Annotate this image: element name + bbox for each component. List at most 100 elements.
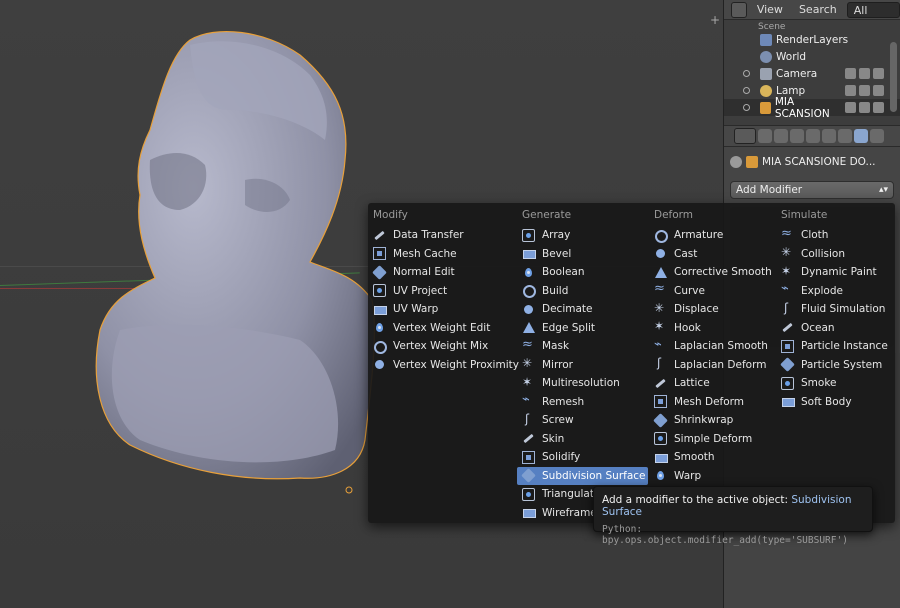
menu-item-laplacian-smooth[interactable]: Laplacian Smooth [649, 337, 775, 356]
outliner-item-label: Camera [776, 67, 818, 80]
expand-icon[interactable] [743, 87, 750, 94]
pin-icon[interactable] [730, 156, 742, 168]
menu-item-label: Bevel [542, 247, 572, 260]
menu-item-lattice[interactable]: Lattice [649, 374, 775, 393]
menu-item-boolean[interactable]: Boolean [517, 263, 648, 282]
modifier-icon [781, 301, 794, 316]
menu-item-label: Multiresolution [542, 377, 620, 390]
world-tab-icon[interactable] [806, 129, 820, 143]
menu-item-edge-split[interactable]: Edge Split [517, 319, 648, 338]
menu-item-laplacian-deform[interactable]: Laplacian Deform [649, 356, 775, 375]
menu-item-mesh-cache[interactable]: Mesh Cache [368, 245, 516, 264]
view-menu[interactable]: View [751, 2, 789, 18]
menu-item-simple-deform[interactable]: Simple Deform [649, 430, 775, 449]
menu-item-corrective-smooth[interactable]: Corrective Smooth [649, 263, 775, 282]
menu-item-curve[interactable]: Curve [649, 281, 775, 301]
scene-tab-icon[interactable] [790, 129, 804, 143]
layers-tab-icon[interactable] [774, 129, 788, 143]
menu-item-explode[interactable]: Explode [776, 281, 893, 301]
object-tab-icon[interactable] [822, 129, 836, 143]
menu-item-shrinkwrap[interactable]: Shrinkwrap [649, 411, 775, 430]
menu-item-label: Vertex Weight Proximity [393, 358, 519, 371]
render-tab-icon[interactable] [758, 129, 772, 143]
menu-item-cloth[interactable]: Cloth [776, 226, 893, 245]
outliner-row-mesh[interactable]: MIA SCANSION [724, 96, 900, 120]
modifier-icon [373, 284, 386, 298]
menu-item-dynamic-paint[interactable]: Dynamic Paint [776, 263, 893, 282]
menu-item-skin[interactable]: Skin [517, 430, 648, 449]
modifier-icon [373, 247, 386, 261]
expand-icon[interactable] [743, 70, 750, 77]
menu-item-vertex-weight-mix[interactable]: Vertex Weight Mix [368, 337, 516, 356]
menu-item-particle-instance[interactable]: Particle Instance [776, 337, 893, 356]
menu-item-uv-warp[interactable]: UV Warp [368, 300, 516, 319]
menu-item-mesh-deform[interactable]: Mesh Deform [649, 393, 775, 412]
menu-item-remesh[interactable]: Remesh [517, 392, 648, 412]
menu-item-hook[interactable]: Hook [649, 319, 775, 338]
data-tab-icon[interactable] [870, 129, 884, 143]
menu-item-mask[interactable]: Mask [517, 337, 648, 356]
menu-item-normal-edit[interactable]: Normal Edit [368, 263, 516, 282]
menu-item-fluid-simulation[interactable]: Fluid Simulation [776, 300, 893, 319]
menu-item-data-transfer[interactable]: Data Transfer [368, 226, 516, 245]
editor-type-icon[interactable] [731, 1, 747, 18]
expand-icon[interactable] [743, 104, 750, 111]
render-icon[interactable] [873, 85, 884, 96]
menu-item-cast[interactable]: Cast [649, 245, 775, 264]
editor-type-icon[interactable] [734, 128, 756, 144]
menu-item-multiresolution[interactable]: Multiresolution [517, 374, 648, 393]
menu-item-mirror[interactable]: Mirror [517, 356, 648, 375]
menu-item-label: Displace [674, 303, 719, 316]
menu-item-solidify[interactable]: Solidify [517, 448, 648, 467]
menu-item-label: Smoke [801, 377, 837, 390]
modifier-icon [522, 432, 535, 445]
select-icon[interactable] [859, 68, 870, 79]
add-modifier-dropdown[interactable]: Add Modifier ▴▾ [730, 181, 894, 199]
menu-item-build[interactable]: Build [517, 282, 648, 301]
render-icon[interactable] [873, 68, 884, 79]
visibility-icon[interactable] [845, 102, 856, 113]
menu-item-vertex-weight-edit[interactable]: Vertex Weight Edit [368, 319, 516, 338]
scenes-dropdown[interactable]: All Scenes [846, 1, 900, 33]
modifiers-tab-icon[interactable] [854, 129, 868, 143]
menu-item-decimate[interactable]: Decimate [517, 300, 648, 319]
outliner[interactable]: Scene RenderLayers World Camera Lamp MIA… [724, 20, 900, 125]
menu-item-smooth[interactable]: Smooth [649, 448, 775, 467]
menu-item-particle-system[interactable]: Particle System [776, 356, 893, 375]
outliner-scrollbar[interactable] [890, 42, 897, 112]
select-icon[interactable] [859, 102, 870, 113]
menu-item-bevel[interactable]: Bevel [517, 245, 648, 264]
modifier-icon [522, 450, 535, 464]
modifier-icon [654, 377, 667, 390]
menu-item-smoke[interactable]: Smoke [776, 374, 893, 393]
menu-item-displace[interactable]: Displace [649, 300, 775, 319]
menu-item-screw[interactable]: Screw [517, 411, 648, 430]
search-menu[interactable]: Search [793, 2, 843, 18]
menu-item-collision[interactable]: Collision [776, 245, 893, 264]
outliner-item-label: World [776, 50, 807, 63]
render-icon[interactable] [873, 102, 884, 113]
menu-item-ocean[interactable]: Ocean [776, 319, 893, 338]
menu-item-warp[interactable]: Warp [649, 467, 775, 486]
menu-item-soft-body[interactable]: Soft Body [776, 393, 893, 412]
outliner-row-scene[interactable]: Scene [724, 22, 900, 31]
visibility-icon[interactable] [845, 85, 856, 96]
menu-item-armature[interactable]: Armature [649, 226, 775, 245]
menu-column-deform: Deform Armature Cast Corrective Smooth Curve… [649, 208, 775, 485]
select-icon[interactable] [859, 85, 870, 96]
menu-item-label: Remesh [542, 395, 585, 408]
plus-icon[interactable]: + [709, 14, 721, 26]
outliner-row-world[interactable]: World [724, 48, 900, 65]
menu-item-array[interactable]: Array [517, 226, 648, 245]
menu-item-uv-project[interactable]: UV Project [368, 282, 516, 301]
outliner-row-renderlayers[interactable]: RenderLayers [724, 31, 900, 48]
menu-item-subdivision-surface[interactable]: Subdivision Surface [517, 466, 648, 485]
modifier-icon [522, 392, 535, 408]
outliner-row-camera[interactable]: Camera [724, 65, 900, 82]
menu-item-vertex-weight-proximity[interactable]: Vertex Weight Proximity [368, 356, 519, 375]
modifier-icon [522, 506, 536, 519]
context-breadcrumb: MIA SCANSIONE DO... [730, 153, 894, 171]
visibility-icon[interactable] [845, 68, 856, 79]
tooltip-description: Add a modifier to the active object: [602, 494, 788, 506]
constraints-tab-icon[interactable] [838, 129, 852, 143]
